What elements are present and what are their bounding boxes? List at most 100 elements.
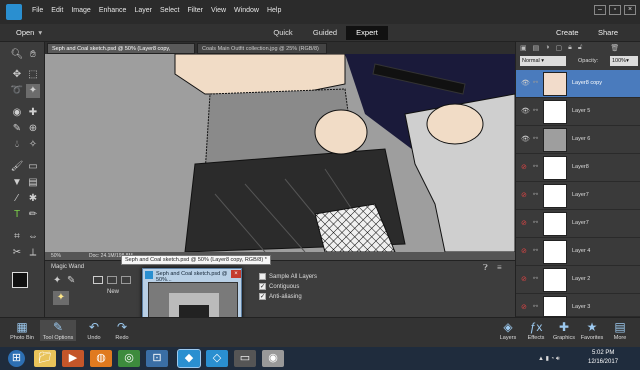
pencil-tool-icon[interactable]: ✏︎	[26, 208, 40, 222]
hand-tool-icon[interactable]: ✋︎	[26, 48, 40, 62]
media-player-icon[interactable]: ▶	[62, 350, 84, 367]
contiguous-checkbox[interactable]: ✓ Contiguous	[259, 283, 299, 290]
menu-filter[interactable]: Filter	[187, 7, 203, 14]
magic-wand-tool-icon[interactable]: ✦	[26, 84, 40, 98]
photoshop-elements-taskbar-icon[interactable]: ◆	[177, 349, 201, 368]
link-icon[interactable]: ⚯	[533, 191, 538, 198]
menu-help[interactable]: Help	[267, 7, 281, 14]
visibility-eye-icon[interactable]: 👁︎	[521, 135, 530, 143]
opacity-field[interactable]: 100%▾	[610, 56, 638, 66]
firefox-icon[interactable]: ◍	[90, 350, 112, 367]
sponge-tool-icon[interactable]: ✧	[26, 138, 40, 152]
magic-wand-option-icon[interactable]: ✦	[53, 275, 61, 286]
crop-tool-icon[interactable]: ⌗	[10, 230, 24, 244]
smart-brush-tool-icon[interactable]: ✎	[10, 122, 24, 136]
new-group-icon[interactable]: ▤	[533, 44, 540, 54]
eraser-tool-icon[interactable]: ▭	[26, 160, 40, 174]
new-selection-icon[interactable]	[93, 276, 103, 284]
paint-bucket-tool-icon[interactable]: ▼	[10, 176, 24, 190]
redo-button[interactable]: ↷ Redo	[104, 320, 140, 341]
hidden-eye-icon[interactable]: ⊘	[521, 275, 527, 283]
add-selection-icon[interactable]	[107, 276, 117, 284]
layer-row[interactable]: ⊘ ⚯ Layer7	[516, 210, 640, 238]
zoom-tool-icon[interactable]: 🔍︎	[10, 48, 24, 62]
start-button-icon[interactable]: ⊞	[8, 350, 25, 367]
anti-aliasing-checkbox[interactable]: ✓ Anti-aliasing	[259, 293, 302, 300]
layer-row[interactable]: ⊘ ⚯ Layer7	[516, 182, 640, 210]
new-layer-icon[interactable]: ▣	[520, 44, 527, 54]
tab-seph-and-coal[interactable]: Seph and Coal sketch.psd @ 50% (Layer8 c…	[47, 43, 195, 63]
link-icon[interactable]: ⚯	[533, 275, 538, 282]
elements-organizer-icon[interactable]: ◇	[206, 350, 228, 367]
layer-row[interactable]: 👁︎ ⚯ Layer8 copy	[516, 70, 640, 98]
lock-all-icon[interactable]: 🔓︎	[578, 44, 583, 54]
mode-guided-button[interactable]: Guided	[300, 26, 350, 40]
straighten-tool-icon[interactable]: ⟂	[26, 246, 40, 260]
disc-app-icon[interactable]: ◉	[262, 350, 284, 367]
subtract-selection-icon[interactable]	[121, 276, 131, 284]
red-eye-tool-icon[interactable]: ◉	[10, 106, 24, 120]
menu-window[interactable]: Window	[234, 7, 259, 14]
link-icon[interactable]: ⚯	[533, 79, 538, 86]
more-button[interactable]: ▤ More	[602, 320, 638, 341]
layer-mask-icon[interactable]: ▢	[555, 44, 562, 54]
options-menu-icon[interactable]: ≡	[497, 263, 502, 272]
custom-shape-tool-icon[interactable]: ✱	[26, 192, 40, 206]
share-button[interactable]: Share	[598, 26, 618, 40]
link-icon[interactable]: ⚯	[533, 163, 538, 170]
monitor-app-icon[interactable]: ▭	[234, 350, 256, 367]
blur-tool-icon[interactable]: 💧︎	[10, 138, 24, 152]
menu-view[interactable]: View	[211, 7, 226, 14]
move-tool-icon[interactable]: ✥	[10, 68, 24, 82]
blend-mode-select[interactable]: Normal ▾	[520, 56, 566, 66]
menu-edit[interactable]: Edit	[51, 7, 63, 14]
file-explorer-icon[interactable]: 📁︎	[34, 350, 56, 367]
hidden-eye-icon[interactable]: ⊘	[521, 219, 527, 227]
layer-row[interactable]: 👁︎ ⚯ Layer 6	[516, 126, 640, 154]
menu-enhance[interactable]: Enhance	[99, 7, 127, 14]
eyedropper-tool-icon[interactable]: ⁄	[10, 192, 24, 206]
layer-row[interactable]: 👁︎ ⚯ Layer 5	[516, 98, 640, 126]
adjustment-layer-icon[interactable]: ◑	[545, 44, 549, 54]
visibility-eye-icon[interactable]: 👁︎	[521, 79, 530, 87]
sample-all-layers-checkbox[interactable]: Sample All Layers	[259, 273, 317, 280]
link-icon[interactable]: ⚯	[533, 303, 538, 310]
hidden-eye-icon[interactable]: ⊘	[521, 247, 527, 255]
recompose-tool-icon[interactable]: ⇔	[26, 230, 40, 244]
tray-icons[interactable]: ▲ ▮ ◔ 🔊︎	[538, 355, 560, 363]
visibility-eye-icon[interactable]: 👁︎	[521, 107, 530, 115]
hidden-eye-icon[interactable]: ⊘	[521, 163, 527, 171]
type-tool-icon[interactable]: T	[10, 208, 24, 222]
hidden-eye-icon[interactable]: ⊘	[521, 303, 527, 311]
menu-file[interactable]: File	[32, 7, 43, 14]
help-icon[interactable]: ❓︎	[483, 263, 488, 273]
link-icon[interactable]: ⚯	[533, 135, 538, 142]
content-aware-move-tool-icon[interactable]: ✂︎	[10, 246, 24, 260]
brush-tool-icon[interactable]: 🖌︎	[10, 160, 24, 174]
quick-select-option-icon[interactable]: ✎	[67, 275, 75, 286]
layer-row[interactable]: ⊘ ⚯ Layer 4	[516, 238, 640, 266]
preview-close-icon[interactable]: ×	[231, 270, 241, 278]
layer-row[interactable]: ⊘ ⚯ Layer 3	[516, 294, 640, 317]
menu-image[interactable]: Image	[71, 7, 90, 14]
chrome-icon[interactable]: ◎	[118, 350, 140, 367]
open-button[interactable]: Open	[16, 28, 42, 37]
link-icon[interactable]: ⚯	[533, 247, 538, 254]
layer-row[interactable]: ⊘ ⚯ Layer 2	[516, 266, 640, 294]
gradient-tool-icon[interactable]: ▤	[26, 176, 40, 190]
lock-icon[interactable]: 🔒︎	[568, 44, 572, 54]
network-app-icon[interactable]: ⊡	[146, 350, 168, 367]
delete-layer-icon[interactable]: 🗑︎	[610, 44, 619, 54]
photo-bin-button[interactable]: ▦ Photo Bin	[4, 320, 40, 341]
minimize-icon[interactable]: –	[594, 5, 606, 15]
menu-select[interactable]: Select	[160, 7, 179, 14]
tool-options-button[interactable]: ✎ Tool Options	[40, 320, 76, 341]
layer-row[interactable]: ⊘ ⚯ Layer8	[516, 154, 640, 182]
create-button[interactable]: Create	[556, 26, 579, 40]
restore-icon[interactable]: ▫	[609, 5, 621, 15]
wand-selected-icon[interactable]: ✦	[53, 291, 69, 305]
clone-stamp-tool-icon[interactable]: ⊕	[26, 122, 40, 136]
close-icon[interactable]: ×	[624, 5, 636, 15]
menu-layer[interactable]: Layer	[134, 7, 152, 14]
marquee-tool-icon[interactable]: ⬚	[26, 68, 40, 82]
